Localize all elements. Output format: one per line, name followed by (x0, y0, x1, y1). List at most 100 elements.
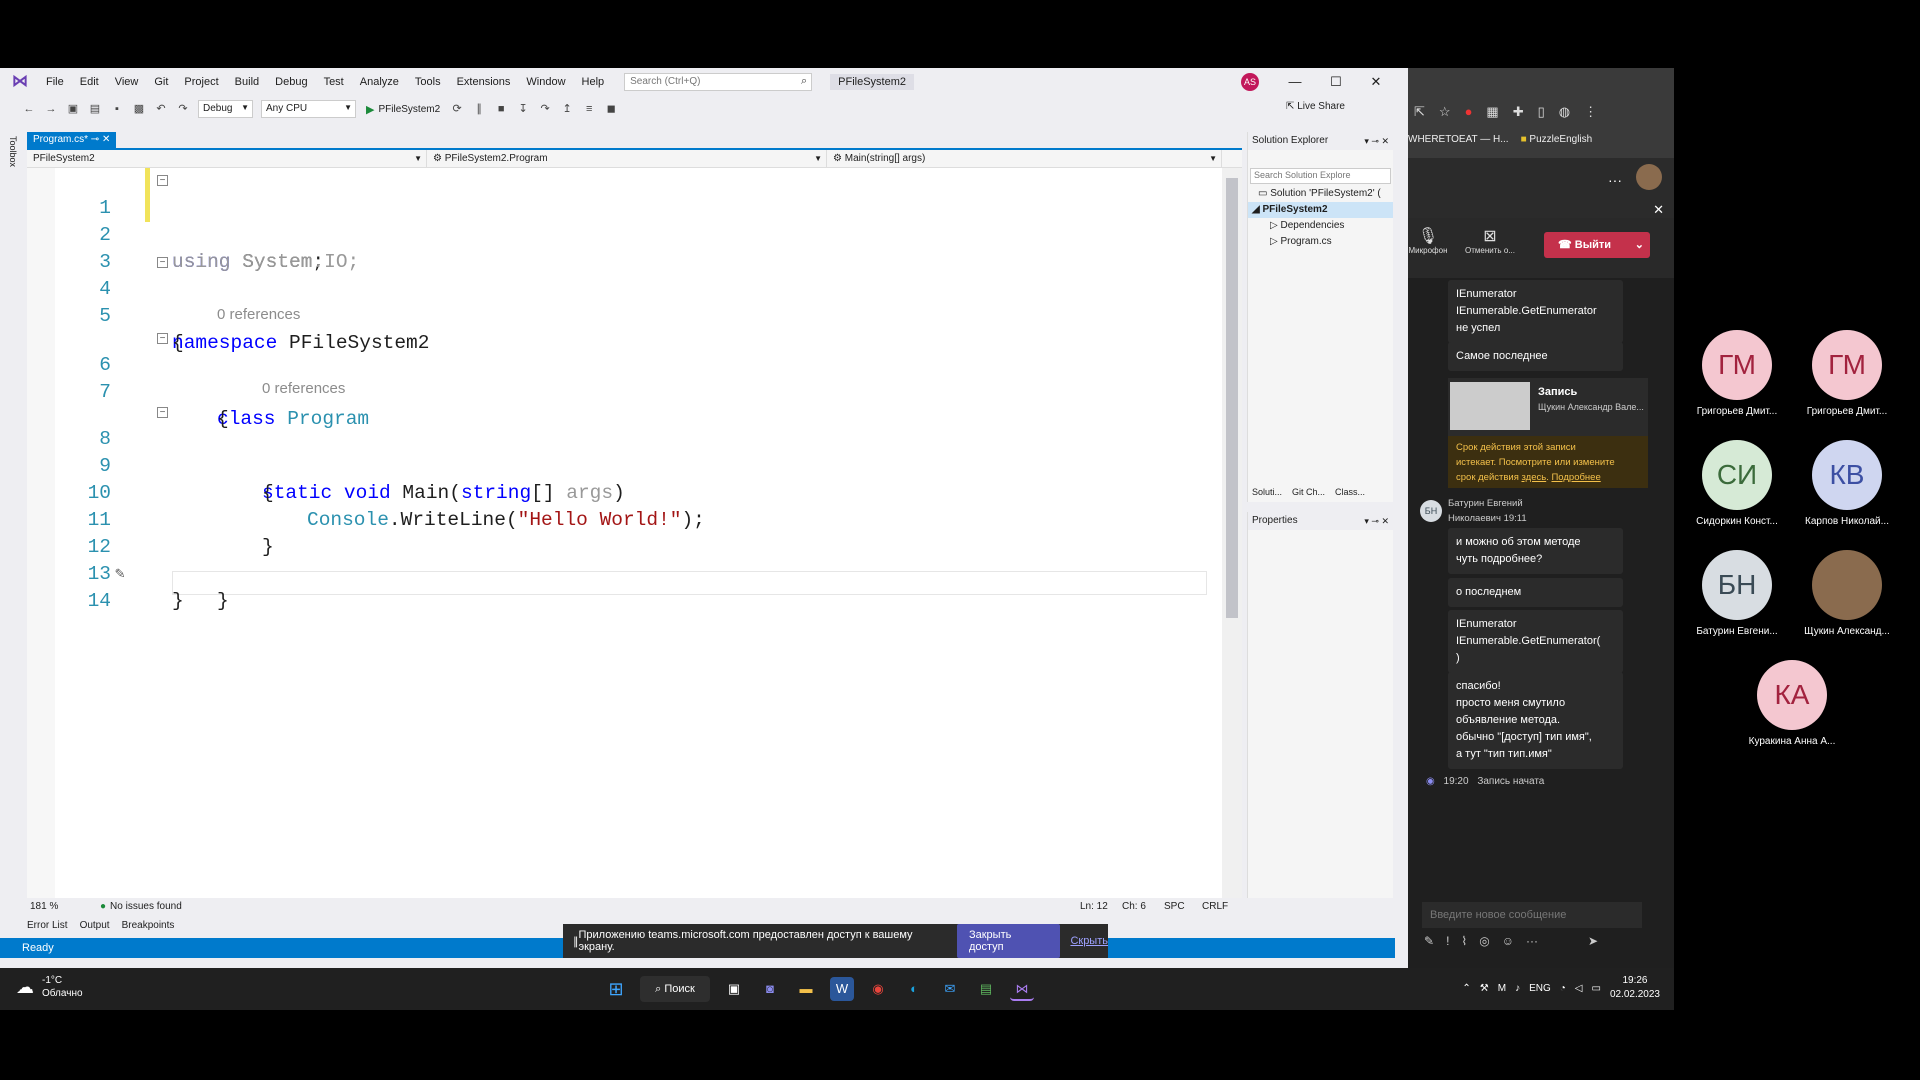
bookmark-link[interactable]: ■ PuzzleEnglish (1521, 134, 1593, 145)
recording-thumbnail[interactable] (1450, 382, 1530, 430)
mail-tray-icon[interactable]: M (1498, 983, 1506, 994)
code-area[interactable]: 1 − using System; 2 using System.IO; 3 4… (27, 168, 1222, 898)
tab-output[interactable]: Output (80, 916, 110, 936)
stop-icon[interactable]: ■ (493, 101, 509, 117)
issues-status[interactable]: No issues found (110, 898, 182, 916)
tree-item-dependencies[interactable]: ▷ Dependencies (1248, 218, 1393, 234)
participant-tile[interactable]: БН Батурин Евгени... (1683, 550, 1791, 637)
redo-icon[interactable]: ↷ (175, 101, 191, 117)
codelens-references[interactable]: 0 references (217, 305, 300, 325)
leave-meeting-button[interactable]: ☎ Выйти ⌄ (1544, 232, 1650, 258)
more-icon[interactable]: ··· (1526, 934, 1538, 948)
pane-close-icon[interactable]: ▾ ⊸ ✕ (1364, 132, 1389, 150)
chevron-right-icon[interactable]: ▷ (1270, 236, 1280, 247)
close-icon[interactable]: ✕ (1356, 68, 1396, 96)
teams-chat-icon[interactable]: ◙ (758, 977, 782, 1001)
close-icon[interactable]: ✕ (102, 134, 110, 145)
menu-git[interactable]: Git (146, 68, 176, 96)
pin-icon[interactable]: ⊸ (91, 134, 102, 145)
attach-icon[interactable]: ⌇ (1461, 934, 1467, 948)
menu-build[interactable]: Build (227, 68, 267, 96)
menu-extensions[interactable]: Extensions (449, 68, 519, 96)
new-project-icon[interactable]: ▣ (65, 101, 81, 117)
tree-item-program-cs[interactable]: ▷ Program.cs (1248, 234, 1393, 250)
toolbox-strip[interactable]: Toolbox (0, 130, 24, 990)
step-out-icon[interactable]: ↥ (559, 101, 575, 117)
share-icon[interactable]: ⇱ (1414, 104, 1425, 120)
hide-banner-link[interactable]: Скрыть (1070, 935, 1108, 947)
hot-reload-icon[interactable]: ⟳ (449, 101, 465, 117)
edge-icon[interactable]: ◐ (902, 977, 926, 1001)
code-editor[interactable]: 1 − using System; 2 using System.IO; 3 4… (27, 168, 1242, 898)
maximize-icon[interactable]: ☐ (1316, 68, 1356, 96)
minimize-icon[interactable]: — (1275, 68, 1315, 96)
participant-tile[interactable]: КА Куракина Анна А... (1738, 660, 1846, 747)
tree-item-project[interactable]: ◢ PFileSystem2 (1248, 202, 1393, 218)
project-dropdown[interactable]: PFileSystem2 ▼ (27, 150, 427, 168)
expiry-link[interactable]: здесь (1522, 472, 1547, 483)
puzzle-icon[interactable]: ✚ (1513, 104, 1524, 120)
menu-analyze[interactable]: Analyze (352, 68, 407, 96)
undo-icon[interactable]: ↶ (153, 101, 169, 117)
extension-icon[interactable]: ▦ (1486, 104, 1498, 120)
member-dropdown[interactable]: ⚙ Main(string[] args) ▼ (827, 150, 1222, 168)
tab-class-view[interactable]: Class... (1335, 484, 1365, 500)
vs-search-box[interactable]: Search (Ctrl+Q) ⌕ (624, 73, 813, 91)
format-icon[interactable]: ✎ (1424, 934, 1434, 948)
scroll-thumb[interactable] (1226, 178, 1238, 618)
pause-icon[interactable]: ∥ (471, 101, 487, 117)
step-into-icon[interactable]: ↧ (515, 101, 531, 117)
send-icon[interactable]: ➤ (1588, 934, 1598, 948)
cancel-button[interactable]: ⊠ Отменить о... (1464, 226, 1516, 255)
language-indicator[interactable]: ENG (1529, 983, 1551, 994)
profile-icon[interactable]: ◍ (1559, 104, 1570, 120)
more-options-icon[interactable]: ··· (1608, 172, 1622, 188)
microphone-button[interactable]: 🎙 Микрофон (1402, 226, 1454, 255)
collapse-icon[interactable]: − (157, 333, 168, 344)
step-over-icon[interactable]: ↷ (537, 101, 553, 117)
participant-tile[interactable]: КВ Карпов Николай... (1793, 440, 1901, 527)
windows-start-icon[interactable]: ⊞ (604, 977, 628, 1001)
more-icon[interactable]: ⋮ (1584, 104, 1597, 120)
class-dropdown[interactable]: ⚙ PFileSystem2.Program ▼ (427, 150, 827, 168)
recording-card[interactable]: Запись Щукин Александр Вале... (1448, 378, 1648, 436)
chevron-down-icon[interactable]: ⌄ (1635, 232, 1644, 258)
chrome-icon[interactable]: ◉ (866, 977, 890, 1001)
bookmark-icon[interactable]: ◼ (603, 101, 619, 117)
user-avatar[interactable]: AS (1241, 73, 1259, 91)
participant-tile[interactable]: Щукин Александ... (1793, 550, 1901, 637)
task-view-icon[interactable]: ▣ (722, 977, 746, 1001)
collapse-icon[interactable]: − (157, 175, 168, 186)
chevron-down-icon[interactable]: ◢ (1252, 204, 1262, 215)
vertical-scrollbar[interactable] (1222, 168, 1242, 898)
comment-icon[interactable]: ≡ (581, 101, 597, 117)
collapse-icon[interactable]: − (157, 407, 168, 418)
tab-git-changes[interactable]: Git Ch... (1292, 484, 1325, 500)
zoom-level[interactable]: 181 % (27, 898, 72, 916)
avatar[interactable] (1636, 164, 1662, 190)
menu-help[interactable]: Help (574, 68, 613, 96)
forward-icon[interactable]: → (43, 101, 59, 117)
battery-icon[interactable]: ▭ (1591, 983, 1600, 994)
chevron-right-icon[interactable]: ▷ (1270, 220, 1280, 231)
tab-solution[interactable]: Soluti... (1252, 484, 1282, 500)
tab-error-list[interactable]: Error List (27, 916, 68, 936)
tab-program-cs[interactable]: Program.cs* ⊸ ✕ (27, 132, 117, 148)
clock[interactable]: 19:26 02.02.2023 (1610, 974, 1660, 1002)
taskbar-search-button[interactable]: ⌕ Поиск (640, 976, 710, 1002)
save-all-icon[interactable]: ▩ (131, 101, 147, 117)
visual-studio-taskbar-icon[interactable]: ⋈ (1010, 977, 1034, 1001)
visual-studio-logo-icon[interactable]: ⋈ (10, 72, 30, 92)
menu-window[interactable]: Window (518, 68, 573, 96)
network-app-icon[interactable]: ⚒ (1480, 983, 1489, 994)
avatar[interactable]: БН (1420, 500, 1442, 522)
tab-breakpoints[interactable]: Breakpoints (122, 916, 175, 936)
sidebar-icon[interactable]: ▯ (1538, 104, 1545, 120)
menu-file[interactable]: File (38, 68, 72, 96)
microphone-icon[interactable]: ♪ (1515, 983, 1520, 994)
config-dropdown[interactable]: Debug ▼ (198, 100, 253, 118)
menu-edit[interactable]: Edit (72, 68, 107, 96)
emoji-icon[interactable]: ☺ (1502, 934, 1514, 948)
participant-tile[interactable]: ГМ Григорьев Дмит... (1793, 330, 1901, 417)
loop-icon[interactable]: ◎ (1479, 934, 1489, 948)
